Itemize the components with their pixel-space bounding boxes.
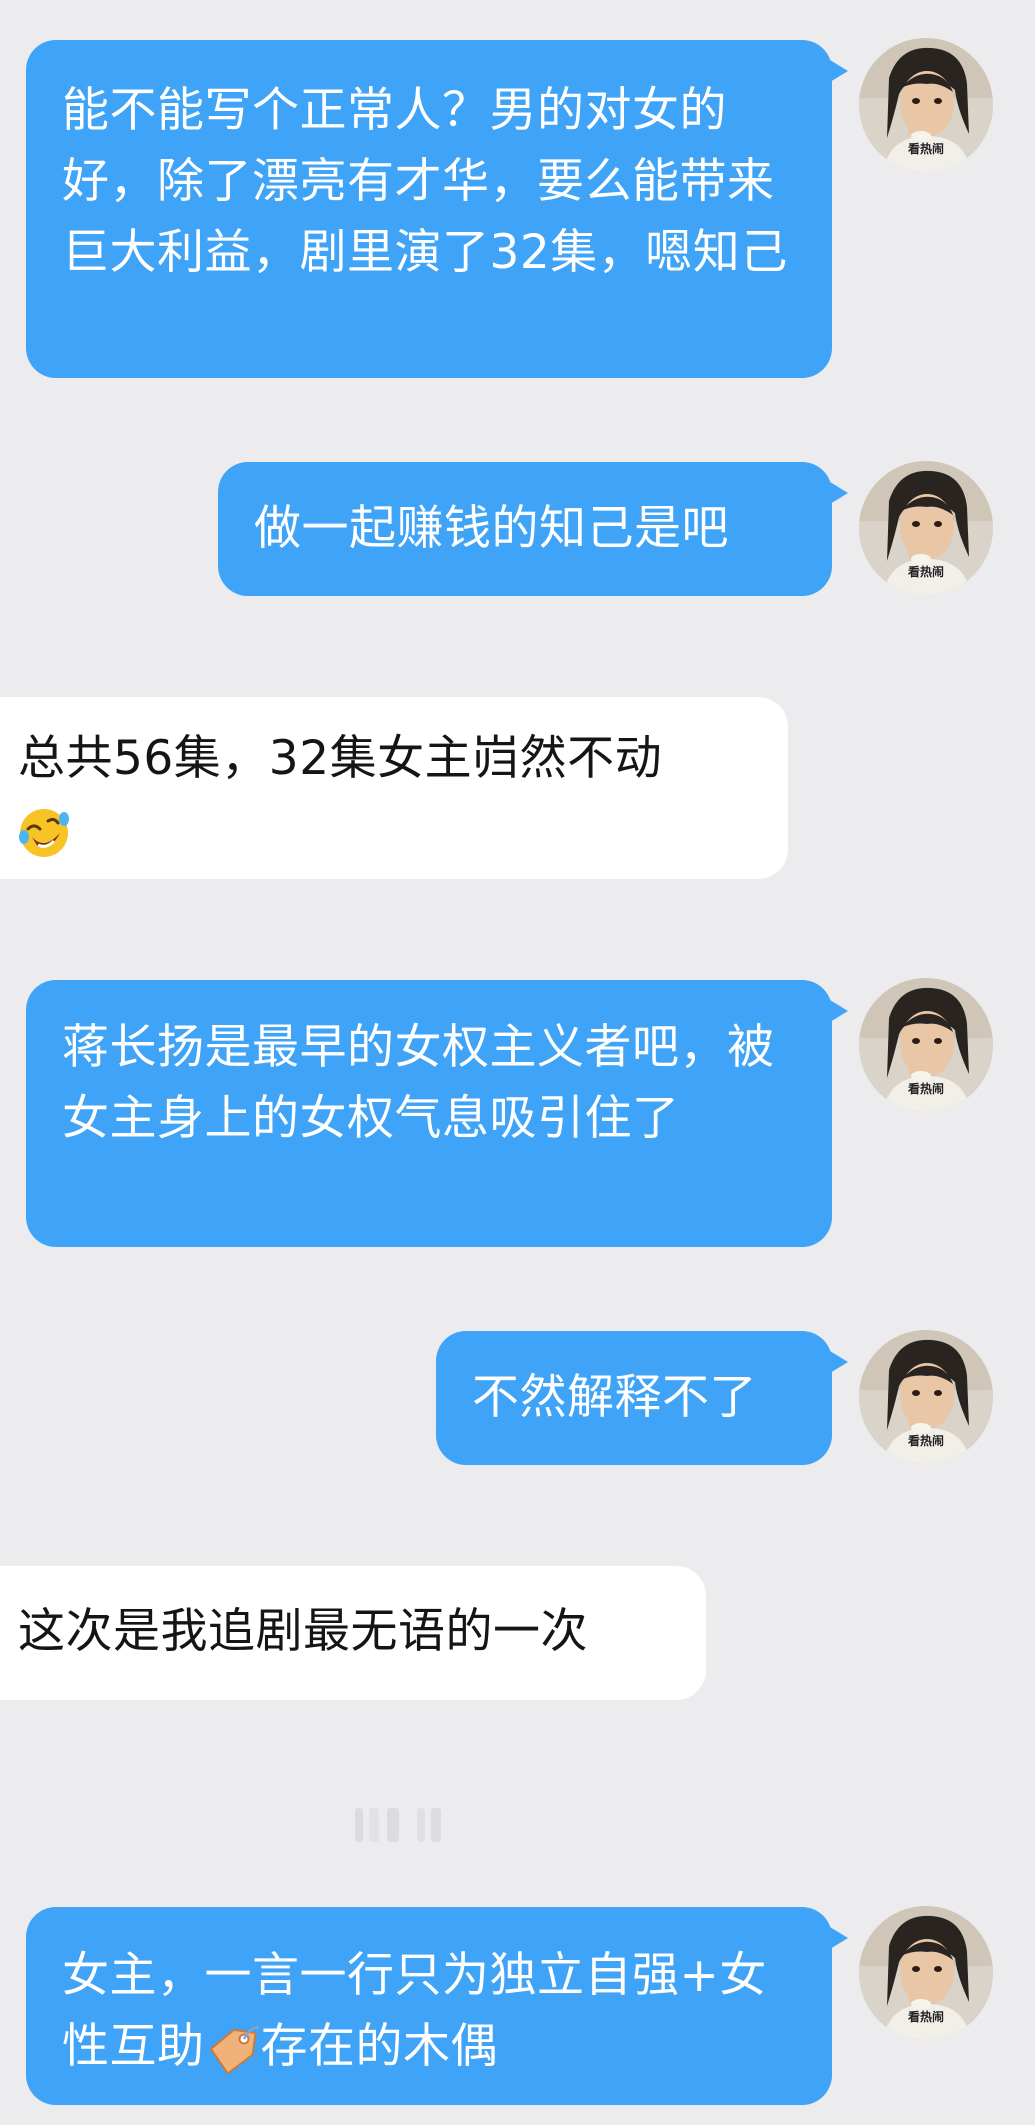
message-text: 蒋长扬是最早的女权主义者吧，被女主身上的女权气息吸引住了 xyxy=(62,1020,775,1146)
avatar[interactable]: 看热闹 xyxy=(859,1330,993,1464)
message-text: 不然解释不了 xyxy=(472,1370,757,1425)
rolling-on-floor-laughing-icon xyxy=(19,808,69,857)
avatar-caption: 看热闹 xyxy=(907,1082,944,1096)
avatar[interactable]: 看热闹 xyxy=(859,978,993,1112)
message-text: 总共56集，32集女主岿然不动 xyxy=(18,731,663,786)
message-text: 能不能写个正常人？男的对女的好，除了漂亮有才华，要么能带来巨大利益，剧里演了32… xyxy=(62,83,788,280)
avatar-caption: 看热闹 xyxy=(907,565,944,579)
bubble-tail xyxy=(830,482,848,504)
blurred-placeholder xyxy=(355,1808,455,1842)
bubble-tail xyxy=(830,60,848,82)
avatar[interactable]: 看热闹 xyxy=(859,1906,993,2040)
chat-bubble-sent[interactable]: 做一起赚钱的知己是吧 xyxy=(218,462,832,596)
message-text: 做一起赚钱的知己是吧 xyxy=(254,501,729,556)
chat-bubble-sent[interactable]: 女主，一言一行只为独立自强+女性互助 存在的木偶 xyxy=(26,1907,832,2105)
message-text: 这次是我追剧最无语的一次 xyxy=(18,1604,588,1659)
chat-bubble-received[interactable]: 这次是我追剧最无语的一次 xyxy=(0,1566,706,1700)
bubble-tail xyxy=(830,1000,848,1022)
avatar[interactable]: 看热闹 xyxy=(859,461,993,595)
chat-bubble-received[interactable]: 总共56集，32集女主岿然不动 xyxy=(0,697,788,879)
avatar-caption: 看热闹 xyxy=(907,142,944,156)
chat-bubble-sent[interactable]: 能不能写个正常人？男的对女的好，除了漂亮有才华，要么能带来巨大利益，剧里演了32… xyxy=(26,40,832,378)
avatar-caption: 看热闹 xyxy=(907,2010,944,2024)
label-tag-icon xyxy=(209,2025,259,2075)
chat-bubble-sent[interactable]: 蒋长扬是最早的女权主义者吧，被女主身上的女权气息吸引住了 xyxy=(26,980,832,1247)
avatar[interactable]: 看热闹 xyxy=(859,38,993,172)
message-text-continued: 存在的木偶 xyxy=(260,2019,498,2074)
bubble-tail xyxy=(830,1927,848,1949)
bubble-tail xyxy=(830,1351,848,1373)
avatar-caption: 看热闹 xyxy=(907,1434,944,1448)
chat-bubble-sent[interactable]: 不然解释不了 xyxy=(436,1331,832,1465)
